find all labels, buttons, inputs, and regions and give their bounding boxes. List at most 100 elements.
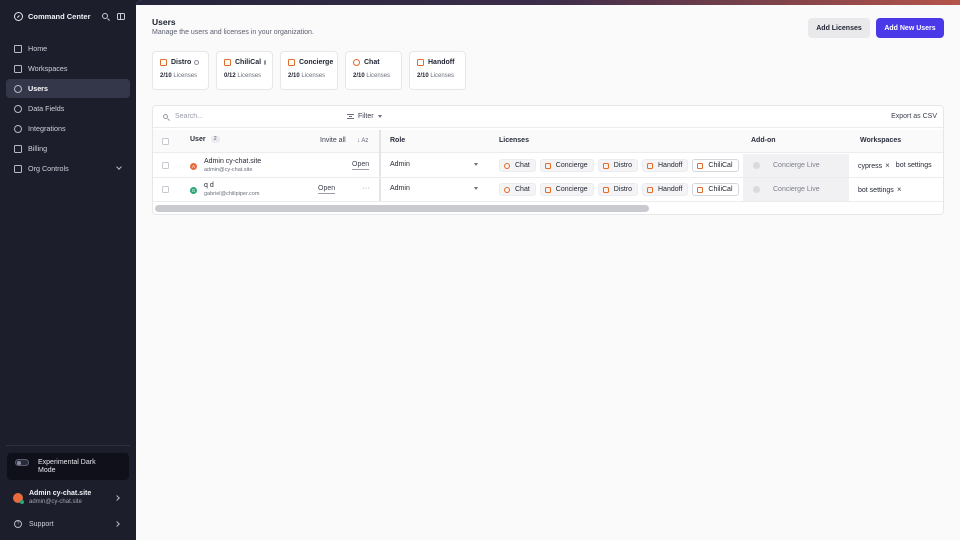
search-input[interactable] [175, 113, 295, 120]
license-chip-concierge[interactable]: Concierge [539, 159, 594, 172]
dark-mode-label: Experimental Dark Mode [38, 458, 96, 474]
role-value: Admin [390, 161, 410, 168]
search-box[interactable] [163, 113, 295, 120]
license-card-used: 0/12 [224, 73, 236, 79]
add-new-users-button[interactable]: Add New Users [876, 18, 944, 38]
brand[interactable]: Command Center [14, 12, 91, 21]
row-checkbox[interactable] [162, 186, 169, 193]
billing-icon [14, 144, 22, 153]
license-chip-chat[interactable]: Chat [499, 159, 536, 172]
column-role[interactable]: Role [390, 137, 405, 144]
invite-all-button[interactable]: Invite all [320, 137, 346, 144]
chevron-down-icon [474, 163, 478, 166]
chevron-right-icon [114, 495, 120, 501]
license-card-chilical: ChiliCal 0/12 Licenses [216, 51, 273, 90]
sidebar-item-home[interactable]: Home [6, 39, 130, 58]
chilical-icon [697, 162, 704, 169]
column-user[interactable]: User [190, 136, 206, 143]
select-all-checkbox[interactable] [162, 138, 169, 145]
table-row[interactable]: G q d gabriel@chilipiper.com Open ··· Ad… [153, 178, 943, 202]
info-icon[interactable] [264, 60, 267, 65]
support-label: Support [29, 520, 54, 528]
sidebar-item-users[interactable]: Users [6, 79, 130, 98]
table-row[interactable]: A Admin cy-chat.site admin@cy-chat.site … [153, 154, 943, 178]
home-icon [14, 44, 22, 53]
addon-label: Concierge Live [773, 186, 820, 193]
sort-az-button[interactable]: ↓ Az [357, 138, 368, 144]
license-card-unit: Licenses [430, 73, 455, 79]
role-select[interactable]: Admin [390, 185, 478, 192]
chilical-icon [224, 59, 231, 66]
open-user-link[interactable]: Open [352, 161, 370, 170]
license-chip-handoff[interactable]: Handoff [642, 183, 689, 196]
dark-mode-toggle[interactable] [15, 459, 29, 466]
distro-icon [160, 59, 167, 66]
license-chip-distro[interactable]: Distro [597, 159, 638, 172]
avatar [13, 493, 24, 504]
sidebar: Command Center Home Workspaces Users Dat… [0, 0, 136, 540]
chat-icon [353, 59, 360, 66]
user-avatar: A [190, 162, 197, 170]
info-icon[interactable] [194, 60, 200, 65]
sidebar-item-data-fields[interactable]: Data Fields [6, 99, 130, 118]
sidebar-item-label: Billing [28, 144, 48, 153]
column-licenses[interactable]: Licenses [499, 137, 529, 144]
table-toolbar: Filter Export as CSV [153, 106, 943, 128]
column-addon[interactable]: Add-on [751, 137, 776, 144]
export-csv-button[interactable]: Export as CSV [891, 113, 937, 120]
account-menu[interactable]: Admin cy-chat.site admin@cy-chat.site [7, 486, 129, 510]
chevron-right-icon [114, 521, 120, 527]
collapse-sidebar-icon[interactable] [117, 13, 125, 20]
filter-icon [347, 114, 354, 119]
license-chip-chat[interactable]: Chat [499, 183, 536, 196]
sidebar-item-org-controls[interactable]: Org Controls [6, 159, 130, 178]
sidebar-item-billing[interactable]: Billing [6, 139, 130, 158]
license-card-concierge: Concierge 2/10 Licenses [280, 51, 338, 90]
page-title: Users [152, 17, 176, 27]
workspace-tag[interactable]: cypress × [858, 161, 890, 170]
workspace-tag[interactable]: bot settings × [858, 185, 901, 194]
sidebar-item-label: Integrations [28, 124, 66, 133]
row-checkbox[interactable] [162, 162, 169, 169]
chat-icon [504, 186, 510, 193]
chevron-down-icon [116, 164, 122, 170]
sidebar-item-workspaces[interactable]: Workspaces [6, 59, 130, 78]
license-card-used: 2/10 [160, 73, 172, 79]
license-chip-label: Chat [515, 162, 530, 169]
addon-cell[interactable]: Concierge Live [743, 178, 849, 201]
user-name: q d [204, 182, 214, 189]
account-name: Admin cy-chat.site [29, 490, 92, 497]
horizontal-scrollbar[interactable] [155, 205, 649, 212]
filter-button[interactable]: Filter [347, 113, 382, 120]
main-content: Users Manage the users and licenses in y… [136, 0, 960, 540]
role-select[interactable]: Admin [390, 161, 478, 168]
distro-icon [602, 162, 609, 169]
addon-cell[interactable]: Concierge Live [743, 154, 849, 177]
license-chip-label: ChiliCal [708, 162, 733, 169]
add-licenses-button[interactable]: Add Licenses [808, 18, 870, 38]
sidebar-item-integrations[interactable]: Integrations [6, 119, 130, 138]
license-chip-chilical[interactable]: ChiliCal [692, 159, 739, 172]
user-name: Admin cy-chat.site [204, 158, 262, 165]
support-link[interactable]: ? Support [7, 516, 129, 532]
license-chip-handoff[interactable]: Handoff [642, 159, 689, 172]
license-chip-concierge[interactable]: Concierge [539, 183, 594, 196]
license-chip-label: Concierge [555, 186, 588, 193]
search-icon[interactable] [102, 13, 108, 19]
dark-mode-toggle-card[interactable]: Experimental Dark Mode [7, 453, 129, 480]
license-card-used: 2/10 [417, 73, 429, 79]
org-controls-icon [14, 164, 22, 173]
license-card-name: Handoff [428, 59, 455, 66]
users-icon [14, 84, 22, 93]
more-options-icon[interactable]: ··· [362, 185, 371, 192]
workspace-tag[interactable]: bot settings [896, 162, 932, 169]
addon-toggle[interactable] [753, 162, 760, 169]
open-user-link[interactable]: Open [318, 185, 336, 194]
column-workspaces[interactable]: Workspaces [860, 137, 901, 144]
close-icon[interactable]: × [885, 161, 890, 170]
addon-toggle[interactable] [753, 186, 760, 193]
license-card-chat: Chat 2/10 Licenses [345, 51, 402, 90]
license-chip-distro[interactable]: Distro [597, 183, 638, 196]
close-icon[interactable]: × [897, 185, 902, 194]
license-chip-chilical[interactable]: ChiliCal [692, 183, 739, 196]
